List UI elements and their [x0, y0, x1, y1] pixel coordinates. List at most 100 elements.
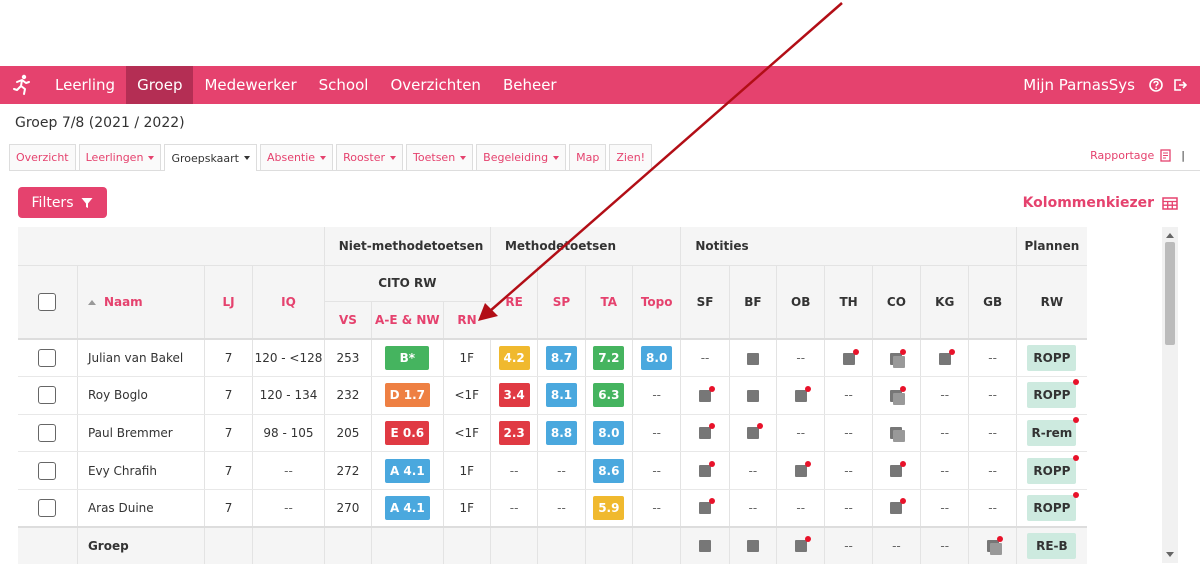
- note-icon[interactable]: [746, 352, 759, 365]
- row-checkbox[interactable]: [38, 349, 57, 368]
- table-row[interactable]: Julian van Bakel 7 120 - <128 253 B* 1F 4.2 8.7…: [18, 339, 1087, 378]
- score-badge[interactable]: B*: [385, 346, 430, 371]
- scroll-up-icon[interactable]: [1166, 233, 1174, 238]
- score-badge[interactable]: 5.9: [593, 495, 625, 520]
- note-icon[interactable]: [794, 461, 811, 478]
- note-icon[interactable]: [794, 536, 811, 553]
- tab-begeleiding[interactable]: Begeleiding: [476, 144, 567, 170]
- col-rn[interactable]: RN: [443, 301, 491, 340]
- cell-naam[interactable]: Roy Boglo: [77, 376, 205, 415]
- col-sp[interactable]: SP: [537, 265, 586, 340]
- vertical-scrollbar[interactable]: [1162, 227, 1178, 563]
- kolommenkiezer-button[interactable]: Kolommenkiezer: [1023, 195, 1178, 211]
- score-badge[interactable]: 3.4: [498, 383, 530, 408]
- note-icon[interactable]: [890, 498, 907, 515]
- row-checkbox[interactable]: [38, 423, 57, 442]
- rn-value: 1F: [459, 500, 475, 515]
- note-icon[interactable]: [746, 389, 759, 402]
- nav-mijn-parnassys[interactable]: Mijn ParnasSys: [1014, 66, 1144, 104]
- score-badge[interactable]: 4.2: [498, 346, 530, 371]
- note-icon[interactable]: [746, 423, 763, 440]
- nav-leerling[interactable]: Leerling: [44, 66, 126, 104]
- note-icon[interactable]: [746, 540, 759, 553]
- row-checkbox[interactable]: [38, 498, 57, 517]
- plan-badge[interactable]: ROPP: [1027, 491, 1080, 521]
- cell-kg: --: [920, 376, 970, 415]
- tab-map[interactable]: Map: [569, 144, 607, 170]
- tab-toetsen[interactable]: Toetsen: [406, 144, 474, 170]
- tab-overzicht[interactable]: Overzicht: [9, 144, 76, 170]
- col-topo[interactable]: Topo: [632, 265, 682, 340]
- col-ta[interactable]: TA: [585, 265, 634, 340]
- note-icon[interactable]: [699, 423, 716, 440]
- score-badge[interactable]: 7.2: [593, 346, 625, 371]
- col-ae-nw[interactable]: A-E & NW: [371, 301, 444, 340]
- score-badge[interactable]: E 0.6: [385, 420, 430, 445]
- score-badge[interactable]: 8.1: [545, 383, 578, 408]
- score-badge[interactable]: 8.6: [593, 458, 625, 483]
- note-icon[interactable]: [890, 385, 907, 405]
- cell-naam[interactable]: Evy Chrafih: [77, 451, 205, 490]
- runner-logo-icon[interactable]: [0, 66, 44, 104]
- scroll-thumb[interactable]: [1165, 242, 1175, 345]
- nav-school[interactable]: School: [308, 66, 380, 104]
- nav-groep[interactable]: Groep: [126, 66, 194, 104]
- note-icon[interactable]: [986, 536, 1003, 556]
- nav-beheer[interactable]: Beheer: [492, 66, 568, 104]
- plan-badge[interactable]: ROPP: [1027, 454, 1080, 484]
- rn-value: <1F: [454, 388, 480, 403]
- col-re[interactable]: RE: [490, 265, 539, 340]
- row-checkbox[interactable]: [38, 386, 57, 405]
- plan-badge[interactable]: ROPP: [1027, 379, 1080, 409]
- note-icon[interactable]: [938, 348, 955, 365]
- row-checkbox[interactable]: [38, 461, 57, 480]
- col-vs[interactable]: VS: [324, 301, 373, 340]
- note-icon[interactable]: [699, 498, 716, 515]
- scroll-down-icon[interactable]: [1166, 552, 1174, 557]
- filters-button[interactable]: Filters: [18, 187, 107, 218]
- help-circle-icon[interactable]: [1144, 66, 1168, 104]
- vs-value: 272: [336, 463, 360, 478]
- cell-naam[interactable]: Paul Bremmer: [77, 414, 205, 453]
- note-icon[interactable]: [699, 385, 716, 402]
- score-badge[interactable]: A 4.1: [384, 495, 430, 520]
- note-icon[interactable]: [890, 461, 907, 478]
- score-badge[interactable]: A 4.1: [384, 458, 430, 483]
- table-row[interactable]: Aras Duine 7 -- 270 A 4.1 1F -- -- 5.9 -- -- -- -- --…: [18, 489, 1087, 528]
- plan-badge[interactable]: ROPP: [1027, 345, 1077, 372]
- tab-absentie[interactable]: Absentie: [259, 144, 334, 170]
- score-badge[interactable]: 8.7: [545, 346, 578, 371]
- note-icon[interactable]: [699, 461, 716, 478]
- table-row[interactable]: Roy Boglo 7 120 - 134 232 D 1.7 <1F 3.4 8.1 6.3 -…: [18, 376, 1087, 415]
- tab-groepskaart[interactable]: Groepskaart: [164, 144, 257, 171]
- note-icon[interactable]: [890, 348, 907, 368]
- cell-naam[interactable]: Aras Duine: [77, 489, 205, 528]
- score-badge[interactable]: D 1.7: [384, 383, 431, 408]
- select-all-checkbox[interactable]: [38, 292, 57, 311]
- logout-icon[interactable]: [1168, 66, 1192, 104]
- rapportage-link[interactable]: Rapportage |: [1090, 149, 1185, 162]
- note-icon[interactable]: [842, 348, 859, 365]
- nav-overzichten[interactable]: Overzichten: [379, 66, 492, 104]
- nav-medewerker[interactable]: Medewerker: [193, 66, 307, 104]
- table-row[interactable]: Evy Chrafih 7 -- 272 A 4.1 1F -- -- 8.6 -- -- -- -- -…: [18, 451, 1087, 490]
- col-iq[interactable]: IQ: [252, 265, 325, 340]
- tab-rooster[interactable]: Rooster: [336, 144, 404, 170]
- note-icon[interactable]: [890, 427, 906, 443]
- cell-naam[interactable]: Julian van Bakel: [77, 339, 205, 378]
- score-badge[interactable]: 8.8: [545, 420, 578, 445]
- tab-zien[interactable]: Zien!: [609, 144, 653, 170]
- score-badge[interactable]: 8.0: [593, 420, 625, 445]
- tab-leerlingen[interactable]: Leerlingen: [78, 144, 162, 170]
- note-icon[interactable]: [699, 540, 712, 553]
- col-lj[interactable]: LJ: [204, 265, 254, 340]
- score-badge[interactable]: 6.3: [593, 383, 625, 408]
- plan-badge[interactable]: R-rem: [1027, 416, 1080, 446]
- score-badge[interactable]: 2.3: [498, 420, 530, 445]
- table-row[interactable]: Paul Bremmer 7 98 - 105 205 E 0.6 <1F 2.3 8.8 8.…: [18, 414, 1087, 453]
- score-badge[interactable]: 8.0: [641, 346, 673, 371]
- col-naam[interactable]: Naam: [77, 265, 205, 340]
- note-icon[interactable]: [794, 385, 811, 402]
- plan-badge[interactable]: RE-B: [1027, 532, 1077, 559]
- iq-value: 120 - 134: [259, 388, 318, 403]
